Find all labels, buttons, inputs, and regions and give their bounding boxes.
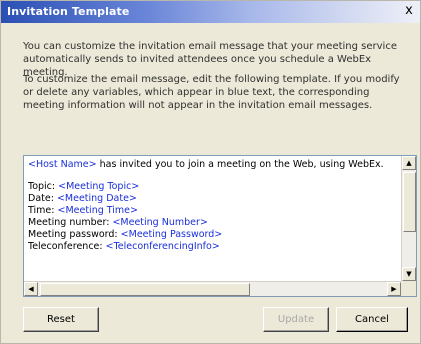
topic-label: Topic: <box>28 181 59 192</box>
meeting-time-variable[interactable]: <Meeting Time> <box>57 205 138 216</box>
time-label: Time: <box>28 205 58 216</box>
horizontal-scrollbar[interactable]: ◀ ▶ <box>24 281 401 296</box>
vertical-scrollbar[interactable]: ▲ ▼ <box>401 156 416 281</box>
teleconference-label: Teleconference: <box>28 241 106 252</box>
update-button[interactable]: Update <box>263 307 329 332</box>
template-line-date: Date: <Meeting Date> <box>28 193 401 205</box>
scroll-right-arrow-icon[interactable]: ▶ <box>387 282 401 296</box>
intro-text: has invited you to join a meeting on the… <box>96 159 384 170</box>
template-line-password: Meeting password: <Meeting Password> <box>28 229 401 241</box>
vertical-scroll-thumb[interactable] <box>403 172 416 232</box>
teleconferencing-info-variable[interactable]: <TeleconferencingInfo> <box>106 241 220 252</box>
cancel-button[interactable]: Cancel <box>336 307 408 332</box>
reset-button[interactable]: Reset <box>23 307 99 332</box>
template-line-time: Time: <Meeting Time> <box>28 205 401 217</box>
template-line-topic: Topic: <Meeting Topic> <box>28 181 401 193</box>
window-title: Invitation Template <box>7 5 130 18</box>
template-line-teleconference: Teleconference: <TeleconferencingInfo> <box>28 241 401 253</box>
template-line-number: Meeting number: <Meeting Number> <box>28 217 401 229</box>
password-label: Meeting password: <box>28 229 121 240</box>
meeting-topic-variable[interactable]: <Meeting Topic> <box>58 181 139 192</box>
scroll-up-arrow-icon[interactable]: ▲ <box>402 156 416 170</box>
invitation-template-dialog: Invitation Template x You can customize … <box>0 0 421 344</box>
meeting-password-variable[interactable]: <Meeting Password> <box>121 229 223 240</box>
date-label: Date: <box>28 193 57 204</box>
close-icon[interactable]: x <box>402 4 416 18</box>
template-text[interactable]: <Host Name> has invited you to join a me… <box>24 156 401 281</box>
number-label: Meeting number: <box>28 217 113 228</box>
instructions-paragraph: To customize the email message, edit the… <box>23 74 400 111</box>
scrollbar-corner <box>401 281 416 296</box>
title-bar[interactable]: Invitation Template x <box>1 1 420 23</box>
meeting-date-variable[interactable]: <Meeting Date> <box>57 193 137 204</box>
scroll-down-arrow-icon[interactable]: ▼ <box>402 267 416 281</box>
template-editor[interactable]: <Host Name> has invited you to join a me… <box>23 155 417 297</box>
scroll-left-arrow-icon[interactable]: ◀ <box>24 282 38 296</box>
host-name-variable[interactable]: <Host Name> <box>28 159 97 170</box>
meeting-number-variable[interactable]: <Meeting Number> <box>112 217 207 228</box>
template-line-intro: <Host Name> has invited you to join a me… <box>28 159 401 171</box>
horizontal-scroll-thumb[interactable] <box>40 283 250 296</box>
